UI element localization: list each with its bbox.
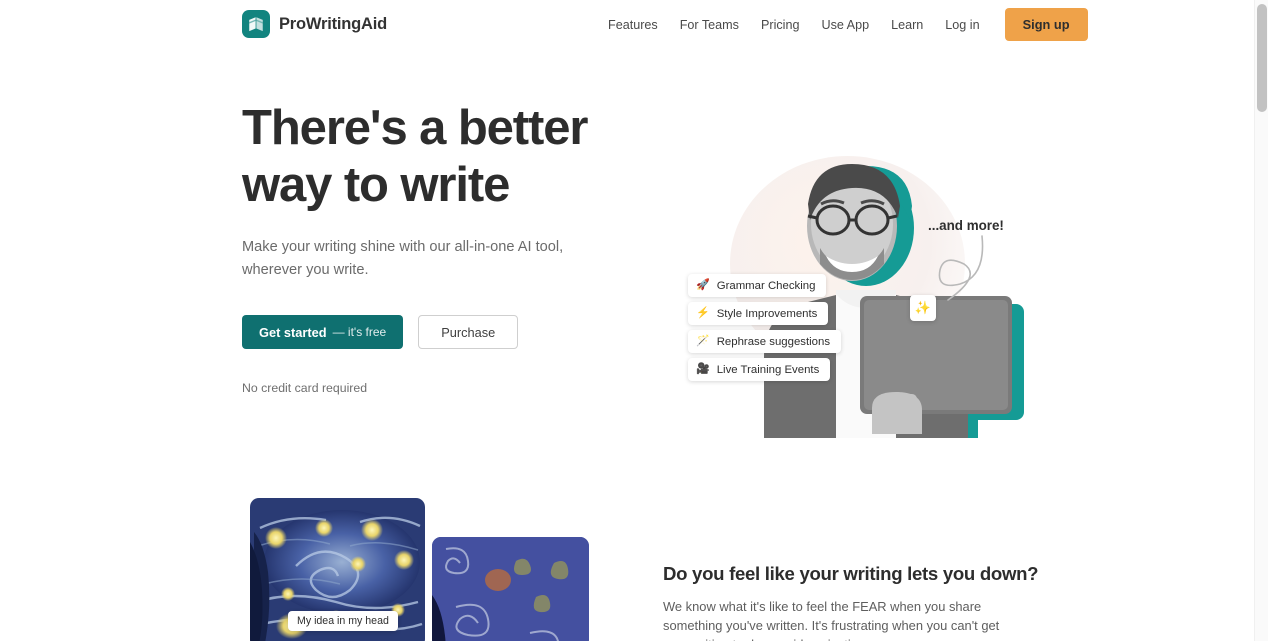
page-scrollbar[interactable]: [1254, 0, 1268, 641]
feature-chip-live-training-events: 🎥 Live Training Events: [688, 358, 831, 381]
hero-section: There's a better way to write Make your …: [0, 48, 1254, 478]
feature-chip-grammar-checking: 🚀 Grammar Checking: [688, 274, 827, 297]
lower-paragraph: We know what it's like to feel the FEAR …: [663, 599, 1000, 641]
lower-copy: Do you feel like your writing lets you d…: [663, 563, 1039, 641]
nav-link-features[interactable]: Features: [597, 10, 669, 40]
flat-painting-card: [432, 537, 589, 641]
hero-copy: There's a better way to write Make your …: [242, 100, 642, 395]
brand-name: ProWritingAid: [279, 14, 388, 33]
sparkle-glyph: ✨: [914, 300, 932, 315]
feature-chip-list: 🚀 Grammar Checking ⚡ Style Improvements …: [688, 274, 842, 381]
magic-wand-icon: 🪄: [696, 335, 710, 347]
nav-link-log-in[interactable]: Log in: [934, 10, 990, 40]
lightning-icon: ⚡: [696, 307, 710, 319]
main-navigation: Features For Teams Pricing Use App Learn…: [597, 8, 1088, 41]
illustration-card-pair: My idea in my head: [250, 498, 620, 641]
nav-link-learn[interactable]: Learn: [880, 10, 934, 40]
hero-title: There's a better way to write: [242, 100, 642, 214]
no-credit-card-note: No credit card required: [242, 381, 368, 395]
purchase-button[interactable]: Purchase: [418, 315, 519, 349]
sparkle-icon: ✨: [910, 295, 936, 321]
nav-link-for-teams[interactable]: For Teams: [669, 10, 750, 40]
sign-up-button[interactable]: Sign up: [1004, 8, 1088, 41]
feature-chip-label: Style Improvements: [716, 307, 818, 320]
feature-chip-label: Rephrase suggestions: [716, 335, 831, 348]
book-logo-icon: [242, 10, 270, 38]
hero-cta-group: Get started — it's free Purchase: [242, 315, 642, 349]
get-started-label: Get started: [259, 324, 327, 340]
site-header: ProWritingAid Features For Teams Pricing…: [0, 0, 1254, 48]
get-started-sublabel: — it's free: [332, 325, 387, 339]
hero-title-line-2: way to write: [242, 158, 510, 212]
nav-link-pricing[interactable]: Pricing: [750, 10, 811, 40]
get-started-button[interactable]: Get started — it's free: [242, 315, 404, 349]
writing-lets-you-down-section: My idea in my head Do you feel like your…: [0, 478, 1254, 641]
feature-chip-rephrase-suggestions: 🪄 Rephrase suggestions: [688, 330, 842, 353]
person-with-laptop-illustration: [764, 164, 1024, 438]
nav-link-use-app[interactable]: Use App: [810, 10, 880, 40]
rocket-icon: 🚀: [696, 279, 710, 291]
and-more-annotation: ...and more!: [928, 218, 1004, 233]
feature-chip-style-improvements: ⚡ Style Improvements: [688, 302, 829, 325]
brand-logo[interactable]: ProWritingAid: [242, 10, 387, 38]
lower-heading: Do you feel like your writing lets you d…: [663, 563, 1039, 584]
hero-subtitle: Make your writing shine with our all-in-…: [242, 239, 564, 278]
hero-illustration: ...and more! ✨ 🚀 Grammar Checking ⚡ Styl…: [660, 108, 1030, 438]
video-camera-icon: 🎥: [696, 363, 710, 375]
painting-caption: My idea in my head: [288, 611, 398, 631]
feature-chip-label: Grammar Checking: [716, 279, 816, 292]
starry-night-painting-card: My idea in my head: [250, 498, 425, 641]
scrollbar-thumb[interactable]: [1257, 4, 1267, 112]
hero-title-line-1: There's a better: [242, 101, 588, 155]
page-viewport: ProWritingAid Features For Teams Pricing…: [0, 0, 1254, 641]
feature-chip-label: Live Training Events: [716, 363, 820, 376]
